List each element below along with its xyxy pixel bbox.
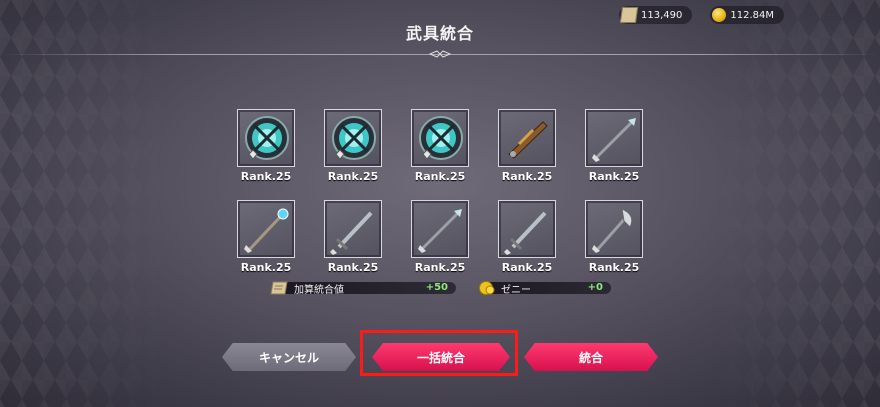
weapon-frame[interactable] [324,109,382,167]
zeny-stat: ゼニー +0 [477,280,611,296]
merge-value-stat: 加算統合値 +50 [270,280,456,296]
background-pattern-right [710,0,880,407]
weapon-item[interactable]: Rank.25 [584,109,644,183]
scroll-currency-value: 113,490 [641,9,683,21]
weapon-item[interactable]: Rank.25 [497,109,557,183]
weapon-rank-label: Rank.25 [501,261,553,274]
weapon-item[interactable]: Rank.25 [236,200,296,274]
staff-icon [244,208,289,253]
weapon-item[interactable]: Rank.25 [584,200,644,274]
cancel-button[interactable]: キャンセル [222,343,356,371]
weapon-rank-label: Rank.25 [240,170,292,183]
weapon-frame[interactable] [585,109,643,167]
weapon-frame[interactable] [411,109,469,167]
weapon-rank-label: Rank.25 [588,170,640,183]
merge-value-label: 加算統合値 [294,284,344,296]
weapon-rank-label: Rank.25 [240,261,292,274]
shield-icon [245,116,289,160]
spear-icon [592,118,636,162]
weapon-rank-label: Rank.25 [501,170,553,183]
weapon-rank-label: Rank.25 [327,261,379,274]
weapon-grid: Rank.25 Rank.25 Rank.25 Rank.25 Rank.25 Rank.… [236,109,644,274]
coin-icon [479,281,495,295]
sword-icon [504,211,547,255]
weapon-item[interactable]: Rank.25 [236,109,296,183]
zeny-amount: +0 [587,282,603,293]
gun-icon [508,121,548,159]
zeny-label: ゼニー [501,284,531,296]
background-pattern-left [0,0,170,407]
spear-icon [418,209,462,253]
weapon-item[interactable]: Rank.25 [410,200,470,274]
weapon-item[interactable]: Rank.25 [497,200,557,274]
weapon-rank-label: Rank.25 [414,170,466,183]
merge-value-amount: +50 [425,282,448,293]
axe-icon [592,208,633,253]
page-title: 武具統合 [405,24,474,43]
shield-icon [332,116,376,160]
weapon-rank-label: Rank.25 [414,261,466,274]
weapon-rank-label: Rank.25 [327,170,379,183]
sword-icon [330,211,373,255]
weapon-frame[interactable] [237,200,295,258]
highlight-box [360,330,518,376]
weapon-frame[interactable] [498,200,556,258]
zeny-currency-value: 112.84M [730,9,774,21]
weapon-frame[interactable] [237,109,295,167]
shield-icon [419,116,463,160]
weapon-item[interactable]: Rank.25 [323,200,383,274]
weapon-frame[interactable] [498,109,556,167]
weapon-item[interactable]: Rank.25 [323,109,383,183]
title-ornament-icon [429,50,451,58]
scroll-icon [270,281,288,295]
weapon-item[interactable]: Rank.25 [410,109,470,183]
weapon-rank-label: Rank.25 [588,261,640,274]
weapon-frame[interactable] [411,200,469,258]
weapon-frame[interactable] [585,200,643,258]
weapon-frame[interactable] [324,200,382,258]
merge-button[interactable]: 統合 [524,343,658,371]
